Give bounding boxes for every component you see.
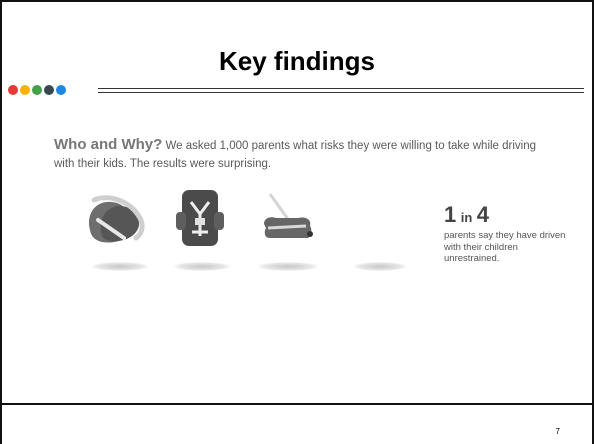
- stat-block: 1 in 4 parents say they have driven with…: [444, 202, 574, 265]
- intro-paragraph: Who and Why? We asked 1,000 parents what…: [54, 136, 554, 173]
- no-seat-shadow: [354, 262, 406, 271]
- stat-in-word: in: [460, 210, 473, 225]
- booster-seat-icon: [264, 193, 313, 238]
- stat-number-2: 4: [476, 202, 489, 227]
- page-number: 7: [555, 427, 560, 436]
- title-rule-bottom: [98, 92, 584, 93]
- harness-car-seat-icon: [176, 190, 224, 246]
- dot-green-icon: [32, 85, 42, 95]
- dot-blue-icon: [56, 85, 66, 95]
- footer-divider: [2, 403, 592, 405]
- stat-number: 1: [444, 202, 457, 227]
- no-seat-icon: [352, 202, 402, 242]
- slide: Key findings Who and Why? We asked 1,000…: [0, 0, 594, 444]
- title-rule-top: [98, 88, 584, 89]
- slide-title: Key findings: [218, 46, 375, 76]
- dot-dark-icon: [44, 85, 54, 95]
- intro-lead: Who and Why?: [54, 136, 163, 153]
- accent-dots: [8, 85, 66, 95]
- dot-yellow-icon: [20, 85, 30, 95]
- infant-carrier-icon: [88, 195, 145, 243]
- booster-seat-shadow: [258, 262, 318, 271]
- dot-red-icon: [8, 85, 18, 95]
- harness-seat-shadow: [174, 262, 230, 271]
- stat-description: parents say they have driven with their …: [444, 230, 566, 264]
- infant-carrier-shadow: [92, 262, 148, 271]
